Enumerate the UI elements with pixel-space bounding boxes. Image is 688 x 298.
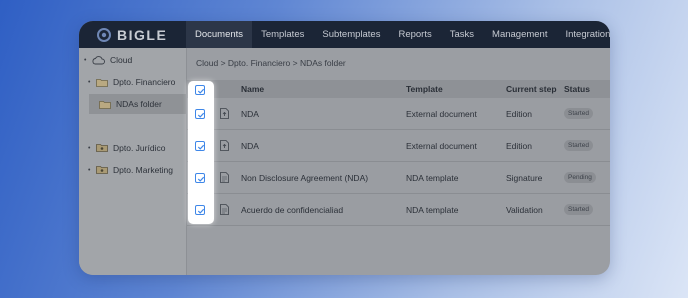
row-checkbox[interactable] (195, 109, 205, 119)
tree-item-dpto-financiero[interactable]: • Dpto. Financiero (88, 72, 175, 92)
tab-integrations[interactable]: Integrations (556, 21, 610, 48)
tree-item-dpto-marketing[interactable]: • Dpto. Marketing (88, 160, 173, 180)
shared-folder-icon (96, 166, 108, 174)
bullet-icon: • (84, 56, 87, 64)
select-all-checkbox[interactable] (195, 85, 205, 95)
cell-current-step: Edition (506, 140, 532, 151)
tab-management[interactable]: Management (483, 21, 556, 48)
tab-reports[interactable]: Reports (389, 21, 440, 48)
column-header-template[interactable]: Template (406, 80, 443, 98)
tree-item-label: NDAs folder (116, 99, 162, 109)
column-header-current-step[interactable]: Current step (506, 80, 557, 98)
tree-item-dpto-juridico[interactable]: • Dpto. Jurídico (88, 138, 165, 158)
tree-item-ndas-folder[interactable]: NDAs folder (89, 94, 186, 114)
table-header: Name Template Current step Status (187, 80, 610, 98)
status-badge: Pending (564, 172, 596, 183)
status-badge: Started (564, 108, 593, 119)
tree-item-label: Dpto. Financiero (113, 77, 176, 87)
table-row[interactable]: NDA External document Edition Started (187, 130, 610, 162)
folder-icon (99, 100, 111, 109)
cloud-icon (92, 56, 105, 65)
status-badge: Started (564, 204, 593, 215)
breadcrumb[interactable]: Cloud > Dpto. Financiero > NDAs folder (196, 58, 346, 68)
table-row[interactable]: NDA External document Edition Started (187, 98, 610, 130)
top-bar: BIGLE Documents Templates Subtemplates R… (79, 21, 610, 48)
row-checkbox[interactable] (195, 141, 205, 151)
tree-item-label: Dpto. Jurídico (113, 143, 166, 153)
row-checkbox[interactable] (195, 205, 205, 215)
checkbox-column-highlight (188, 81, 214, 224)
upload-doc-icon (220, 108, 229, 119)
tree-item-label: Cloud (110, 55, 133, 65)
checkmark-icon (197, 112, 205, 118)
cell-current-step: Validation (506, 204, 543, 215)
tab-documents[interactable]: Documents (186, 21, 253, 48)
folder-tree: • Cloud • Dpto. Financiero NDAs folder • (79, 48, 187, 275)
tab-templates[interactable]: Templates (252, 21, 313, 48)
cell-template: NDA template (406, 172, 459, 183)
checkmark-icon (197, 144, 205, 150)
bullet-icon: • (88, 78, 91, 86)
tab-tasks[interactable]: Tasks (441, 21, 483, 48)
bullet-icon: • (88, 166, 91, 174)
checkmark-icon (197, 88, 205, 94)
document-icon (220, 204, 229, 215)
main-panel: Cloud > Dpto. Financiero > NDAs folder N… (187, 48, 610, 275)
folder-icon (96, 78, 108, 87)
upload-doc-icon (220, 140, 229, 151)
cell-current-step: Edition (506, 108, 532, 119)
column-header-name[interactable]: Name (241, 80, 264, 98)
column-header-status[interactable]: Status (564, 80, 590, 98)
table-row[interactable]: Acuerdo de confidencialiad NDA template … (187, 194, 610, 226)
cell-name[interactable]: Non Disclosure Agreement (NDA) (241, 162, 368, 193)
cell-template: External document (406, 108, 477, 119)
app-window: BIGLE Documents Templates Subtemplates R… (79, 21, 610, 275)
checkmark-icon (197, 176, 205, 182)
document-icon (220, 172, 229, 183)
cell-template: NDA template (406, 204, 459, 215)
main-nav: Documents Templates Subtemplates Reports… (186, 21, 610, 48)
cell-name[interactable]: Acuerdo de confidencialiad (241, 194, 343, 225)
table-row[interactable]: Non Disclosure Agreement (NDA) NDA templ… (187, 162, 610, 194)
tree-item-label: Dpto. Marketing (113, 165, 173, 175)
bullet-icon: • (88, 144, 91, 152)
cell-name[interactable]: NDA (241, 98, 259, 129)
tab-subtemplates[interactable]: Subtemplates (313, 21, 389, 48)
logo[interactable]: BIGLE (79, 21, 186, 48)
logo-text: BIGLE (117, 26, 168, 43)
bigle-logo-icon (97, 27, 111, 42)
shared-folder-icon (96, 144, 108, 152)
cell-template: External document (406, 140, 477, 151)
cell-name[interactable]: NDA (241, 130, 259, 161)
cell-current-step: Signature (506, 172, 543, 183)
status-badge: Started (564, 140, 593, 151)
row-checkbox[interactable] (195, 173, 205, 183)
checkmark-icon (197, 208, 205, 214)
tree-item-cloud[interactable]: • Cloud (84, 50, 132, 70)
